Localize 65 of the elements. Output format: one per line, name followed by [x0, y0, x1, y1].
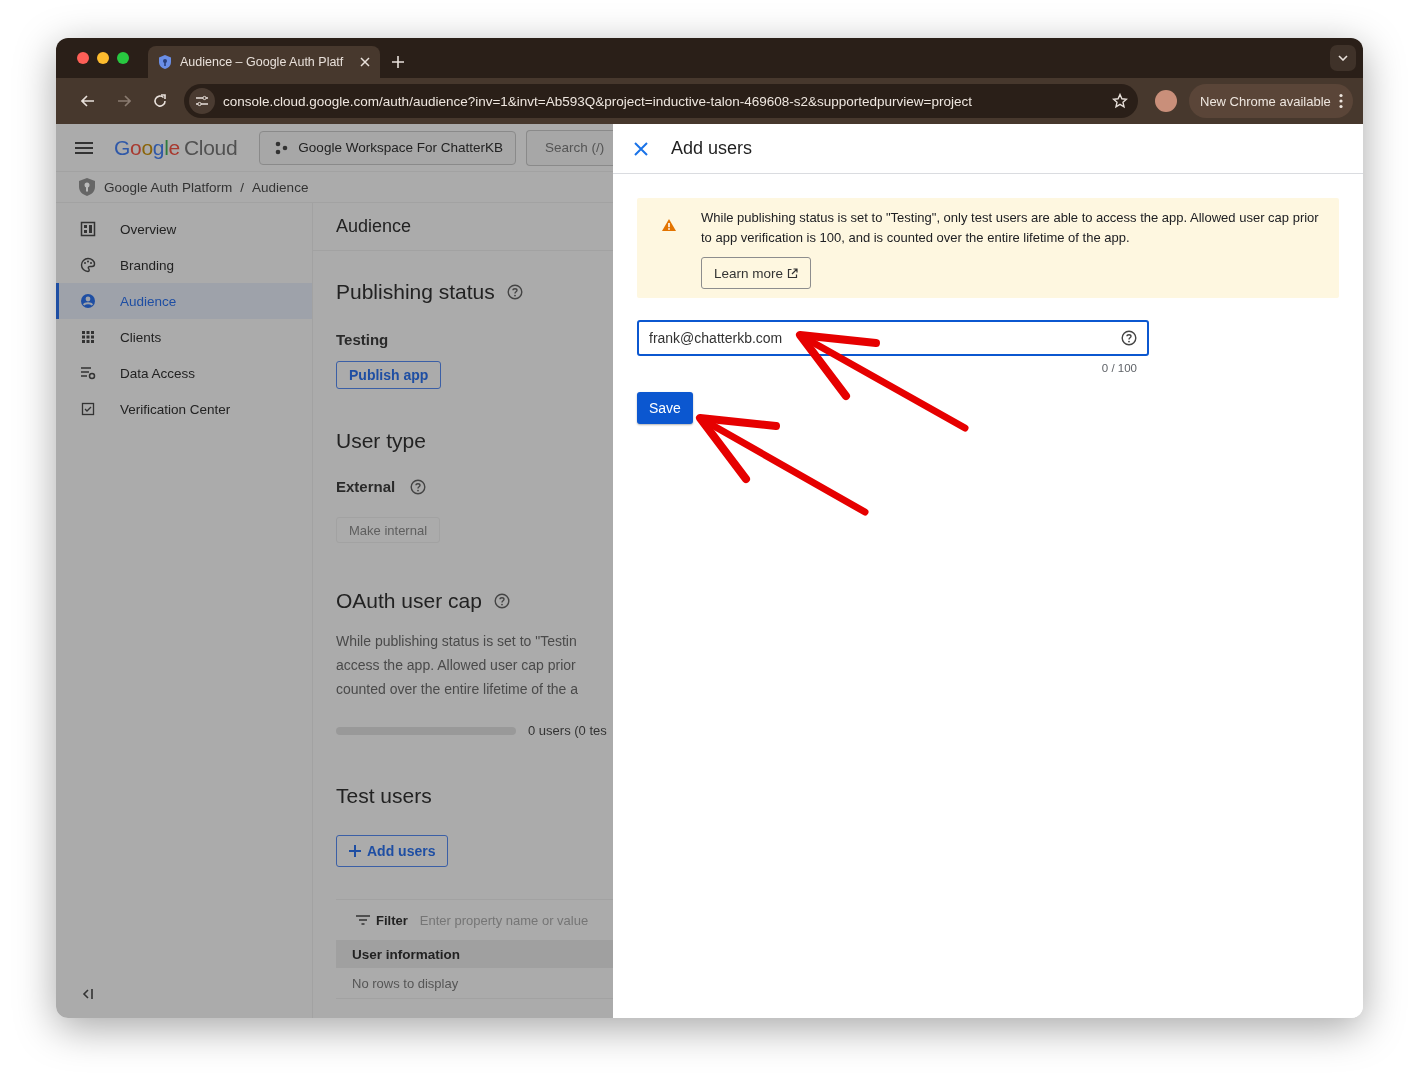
url-text: console.cloud.google.com/auth/audience?inv=1&invt=Ab593Q&project=inductive-talon-469608-s2&supportedpurview=project: [223, 93, 973, 109]
forward-icon[interactable]: [117, 95, 131, 107]
window-control-dot[interactable]: [77, 52, 89, 64]
description-line: While publishing status is set to "Testin: [336, 632, 578, 651]
email-field[interactable]: frank@chatterkb.com: [637, 320, 1149, 356]
address-bar[interactable]: console.cloud.google.com/auth/audience?inv=1&invt=Ab593Q&project=inductive-talon-469608-s2&supportedpurview=project: [184, 84, 1138, 118]
save-button[interactable]: Save: [637, 392, 693, 424]
back-icon[interactable]: [81, 95, 95, 107]
window-control-dot[interactable]: [97, 52, 109, 64]
grid-icon: [80, 329, 96, 345]
star-icon[interactable]: [1112, 93, 1128, 109]
external-link-icon: [787, 267, 799, 279]
usage-reading: 0 users (0 tes: [528, 723, 607, 738]
tab-title: Audience – Google Auth Platf: [180, 55, 345, 69]
description-line: counted over the entire lifetime of the a: [336, 680, 580, 699]
menu-icon[interactable]: [75, 141, 93, 154]
section-heading: Test users: [336, 784, 432, 808]
help-icon[interactable]: [506, 284, 523, 300]
palette-icon: [80, 257, 96, 273]
learn-more-button[interactable]: Learn more: [701, 257, 812, 289]
help-icon[interactable]: [1121, 330, 1137, 346]
section-heading: User type: [336, 429, 426, 453]
user-type-text: External: [336, 478, 396, 495]
warning-text: While publishing status is set to "Testing", only test users are able to access the app. Allowed user cap prior to app verification is 100, and is counted over the entire lifetime of the app.: [701, 209, 1319, 247]
panel-title: Add users: [671, 138, 753, 159]
section-heading: Publishing status: [336, 280, 495, 304]
sidebar-item[interactable]: Verification Center: [56, 391, 312, 427]
help-icon[interactable]: [493, 593, 510, 609]
breadcrumb-link[interactable]: Audience: [252, 179, 309, 195]
avatar[interactable]: [1155, 90, 1177, 112]
chevron-down-icon: [1338, 55, 1348, 61]
character-counter: 0 / 100: [1100, 362, 1137, 374]
breadcrumb-separator: /: [240, 179, 245, 195]
list-gear-icon: [80, 365, 96, 381]
window-control-dot[interactable]: [117, 52, 129, 64]
section-heading: OAuth user cap: [336, 589, 482, 613]
status-text: Testing: [336, 331, 389, 348]
sidebar-item[interactable]: Clients: [56, 319, 312, 355]
sidebar-item[interactable]: Data Access: [56, 355, 312, 391]
project-picker[interactable]: Google Workspace For ChatterKB: [259, 130, 516, 165]
reload-icon[interactable]: [153, 94, 167, 108]
dashboard-icon: [80, 221, 96, 237]
collapse-icon[interactable]: [82, 988, 94, 1000]
filter-icon: [356, 915, 370, 925]
description-line: access the app. Allowed user cap prior: [336, 656, 577, 675]
checkbox-icon: [80, 401, 96, 417]
sidebar-item[interactable]: Overview: [56, 211, 312, 247]
shield-icon: [78, 177, 96, 197]
browser-tab[interactable]: Audience – Google Auth Platf: [148, 46, 380, 78]
tab-search-button[interactable]: [1330, 45, 1356, 71]
person-icon: [80, 293, 96, 309]
breadcrumb-link[interactable]: Google Auth Platform: [104, 179, 233, 195]
tune-icon[interactable]: [195, 95, 209, 107]
sidebar-item[interactable]: Branding: [56, 247, 312, 283]
more-icon: [1338, 93, 1343, 109]
close-icon[interactable]: [634, 141, 648, 156]
update-button[interactable]: New Chrome available: [1189, 84, 1353, 118]
plus-icon[interactable]: [392, 56, 404, 68]
project-icon: [274, 140, 289, 155]
filter-label: Filter: [376, 912, 408, 928]
shield-icon: [158, 54, 172, 70]
plus-icon: [349, 845, 361, 857]
help-icon[interactable]: [410, 478, 427, 495]
column-header: User information: [352, 946, 460, 962]
warning-icon: [661, 218, 677, 232]
